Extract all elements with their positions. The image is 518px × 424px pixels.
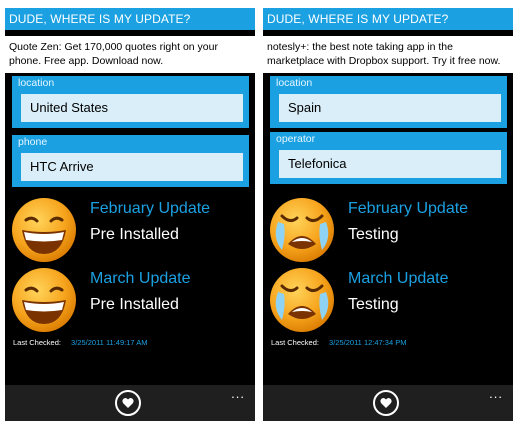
update-row: February Update Pre Installed <box>10 196 250 264</box>
operator-value[interactable]: Telefonica <box>279 150 501 178</box>
location-label: location <box>276 77 313 89</box>
location-field[interactable]: location Spain <box>270 76 507 128</box>
favorite-button[interactable] <box>373 390 399 416</box>
operator-label: operator <box>276 133 316 145</box>
update-status: Testing <box>348 226 399 243</box>
last-checked: Last Checked: 3/25/2011 11:49:17 AM <box>13 338 148 347</box>
heart-icon <box>380 398 392 408</box>
favorite-button[interactable] <box>115 390 141 416</box>
update-title: February Update <box>348 200 469 217</box>
update-row: February Update Testing <box>268 196 508 264</box>
update-row: March Update Pre Installed <box>10 266 250 334</box>
ellipsis-icon[interactable]: ... <box>231 386 245 401</box>
phone-value[interactable]: HTC Arrive <box>21 153 243 181</box>
location-label: location <box>18 77 55 89</box>
operator-field[interactable]: operator Telefonica <box>270 132 507 184</box>
app-title: DUDE, WHERE IS MY UPDATE? <box>263 8 513 30</box>
ellipsis-icon[interactable]: ... <box>489 386 503 401</box>
update-title: March Update <box>90 270 191 287</box>
location-value[interactable]: United States <box>21 94 243 122</box>
update-row: March Update Testing <box>268 266 508 334</box>
happy-face-icon <box>10 196 78 264</box>
ad-banner[interactable]: notesly+: the best note taking app in th… <box>263 36 513 73</box>
crying-face-icon <box>268 266 336 334</box>
update-status: Pre Installed <box>90 226 179 243</box>
app-title: DUDE, WHERE IS MY UPDATE? <box>5 8 255 30</box>
update-title: February Update <box>90 200 211 217</box>
update-status: Pre Installed <box>90 296 179 313</box>
last-checked-value: 3/25/2011 12:47:34 PM <box>329 338 407 347</box>
phone-field[interactable]: phone HTC Arrive <box>12 135 249 187</box>
phone-screen-right: DUDE, WHERE IS MY UPDATE? notesly+: the … <box>263 8 513 421</box>
last-checked-label: Last Checked: <box>13 338 61 347</box>
phone-screen-left: DUDE, WHERE IS MY UPDATE? Quote Zen: Get… <box>5 8 255 421</box>
crying-face-icon <box>268 196 336 264</box>
happy-face-icon <box>10 266 78 334</box>
location-field[interactable]: location United States <box>12 76 249 128</box>
last-checked-value: 3/25/2011 11:49:17 AM <box>71 338 148 347</box>
last-checked-label: Last Checked: <box>271 338 319 347</box>
update-status: Testing <box>348 296 399 313</box>
app-bar: ... <box>5 385 255 421</box>
last-checked: Last Checked: 3/25/2011 12:47:34 PM <box>271 338 406 347</box>
phone-label: phone <box>18 136 48 148</box>
ad-banner[interactable]: Quote Zen: Get 170,000 quotes right on y… <box>5 36 255 73</box>
update-title: March Update <box>348 270 449 287</box>
heart-icon <box>122 398 134 408</box>
location-value[interactable]: Spain <box>279 94 501 122</box>
app-bar: ... <box>263 385 513 421</box>
